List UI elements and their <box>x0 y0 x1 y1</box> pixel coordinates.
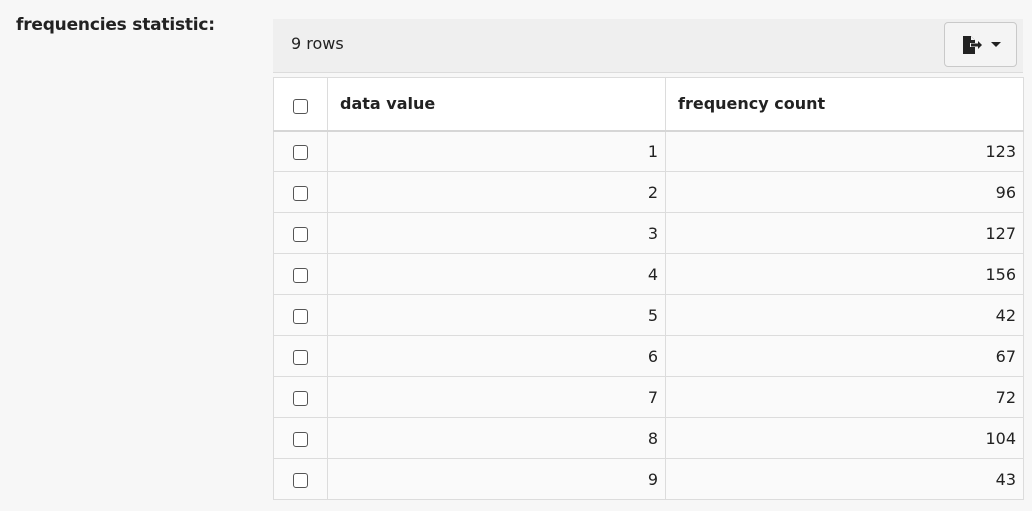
row-checkbox[interactable] <box>293 185 308 201</box>
data-value-cell: 2 <box>327 171 666 213</box>
data-value-cell: 9 <box>327 458 666 500</box>
column-header-data-value[interactable]: data value <box>327 77 666 132</box>
row-select-cell <box>273 376 328 418</box>
file-export-icon <box>962 35 982 54</box>
row-checkbox[interactable] <box>293 308 308 324</box>
frequency-count-cell: 42 <box>665 294 1024 336</box>
header-row: data value frequency count <box>273 77 1024 132</box>
table-row[interactable]: 5 42 <box>273 294 1024 336</box>
table-row[interactable]: 3 127 <box>273 212 1024 254</box>
row-select-cell <box>273 458 328 500</box>
select-all-cell <box>273 77 328 132</box>
data-value-cell: 3 <box>327 212 666 254</box>
data-value-cell: 8 <box>327 417 666 459</box>
data-value-cell: 4 <box>327 253 666 295</box>
row-checkbox[interactable] <box>293 390 308 406</box>
table-row[interactable]: 1 123 <box>273 130 1024 172</box>
row-select-cell <box>273 294 328 336</box>
statistic-label: frequencies statistic: <box>16 15 215 35</box>
data-grid-panel: 9 rows data value frequency count 1 123 2 9… <box>273 19 1024 502</box>
table-row[interactable]: 4 156 <box>273 253 1024 295</box>
frequency-count-cell: 43 <box>665 458 1024 500</box>
row-checkbox[interactable] <box>293 349 308 365</box>
select-all-checkbox[interactable] <box>293 99 308 115</box>
frequency-count-cell: 104 <box>665 417 1024 459</box>
row-checkbox[interactable] <box>293 267 308 283</box>
table-row[interactable]: 2 96 <box>273 171 1024 213</box>
data-value-cell: 6 <box>327 335 666 377</box>
column-header-frequency-count[interactable]: frequency count <box>665 77 1024 132</box>
table-row[interactable]: 9 43 <box>273 458 1024 500</box>
table-row[interactable]: 8 104 <box>273 417 1024 459</box>
grid-toolbar: 9 rows <box>273 19 1023 73</box>
row-count: 9 rows <box>291 34 344 53</box>
row-checkbox[interactable] <box>293 431 308 447</box>
row-checkbox[interactable] <box>293 472 308 488</box>
row-select-cell <box>273 130 328 172</box>
frequency-count-cell: 123 <box>665 130 1024 172</box>
data-value-cell: 1 <box>327 130 666 172</box>
row-select-cell <box>273 212 328 254</box>
row-select-cell <box>273 335 328 377</box>
frequency-count-cell: 156 <box>665 253 1024 295</box>
row-checkbox[interactable] <box>293 144 308 160</box>
row-select-cell <box>273 253 328 295</box>
frequency-table: data value frequency count 1 123 2 96 3 127 4 1… <box>273 77 1024 500</box>
data-value-cell: 7 <box>327 376 666 418</box>
table-row[interactable]: 7 72 <box>273 376 1024 418</box>
export-button[interactable] <box>944 22 1017 67</box>
caret-down-icon[interactable] <box>990 42 1001 47</box>
frequency-count-cell: 72 <box>665 376 1024 418</box>
row-select-cell <box>273 417 328 459</box>
frequency-count-cell: 127 <box>665 212 1024 254</box>
frequency-count-cell: 67 <box>665 335 1024 377</box>
table-row[interactable]: 6 67 <box>273 335 1024 377</box>
data-value-cell: 5 <box>327 294 666 336</box>
row-checkbox[interactable] <box>293 226 308 242</box>
frequency-count-cell: 96 <box>665 171 1024 213</box>
row-select-cell <box>273 171 328 213</box>
